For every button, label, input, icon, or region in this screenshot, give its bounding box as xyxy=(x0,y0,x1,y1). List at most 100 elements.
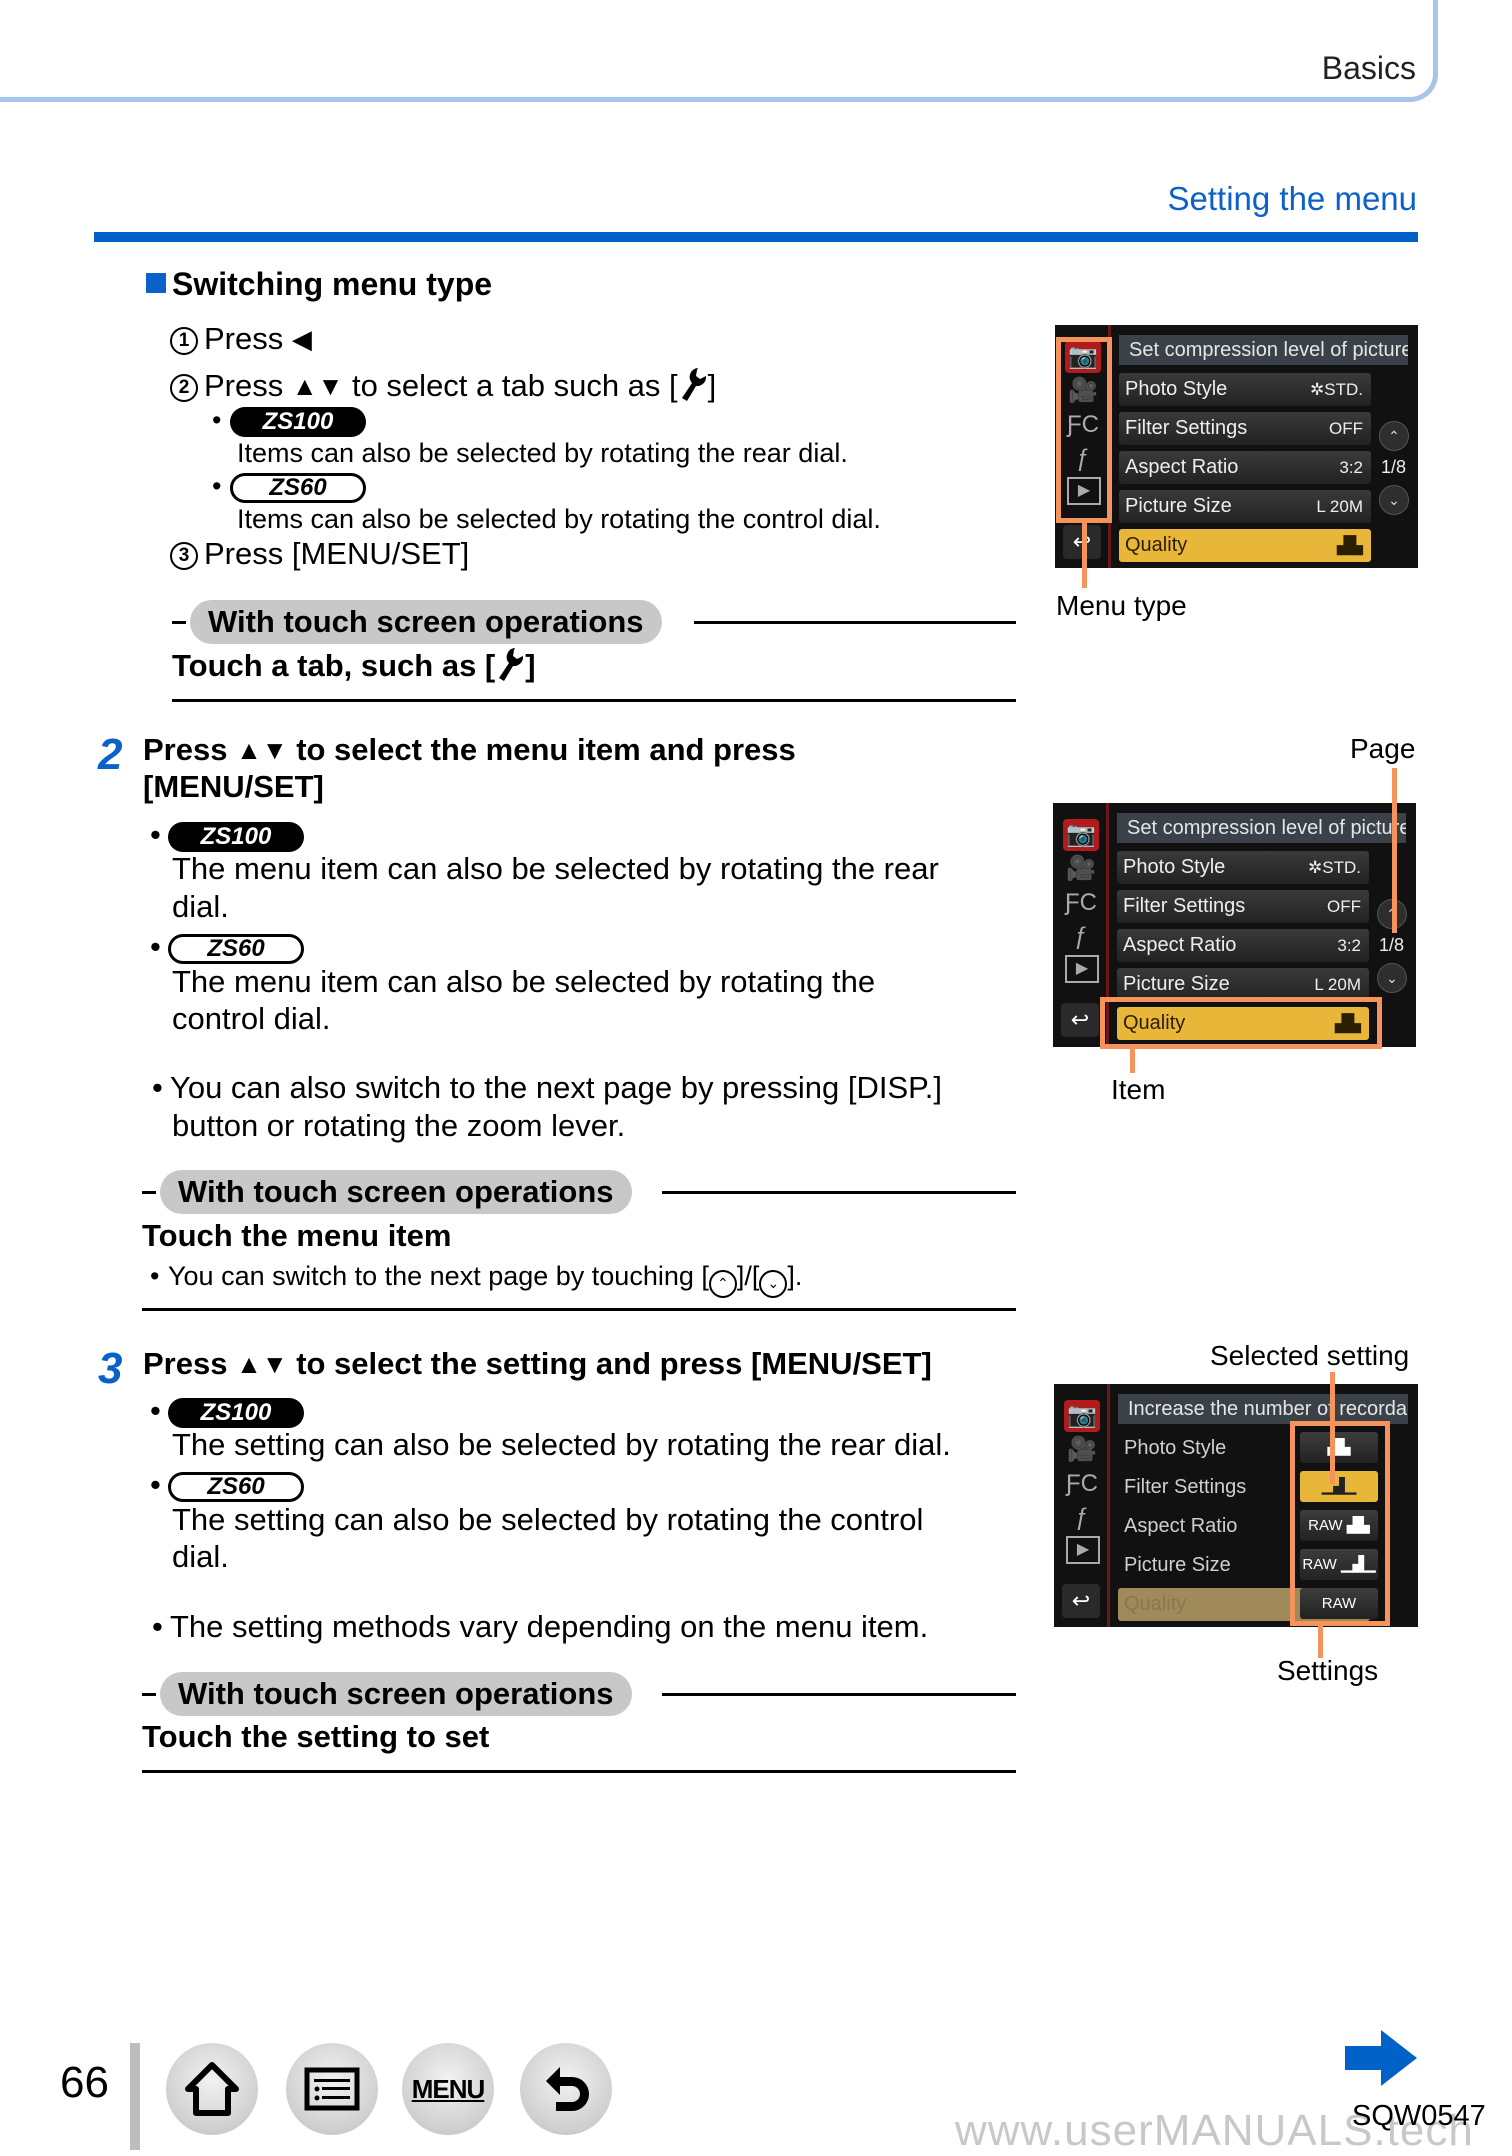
menu-item-label: Photo Style xyxy=(1123,856,1226,878)
menu-description: Set compression level of picture xyxy=(1119,335,1408,365)
contents-list-icon xyxy=(304,2067,360,2111)
menu-item-label: Quality xyxy=(1125,534,1188,556)
up-down-arrows-icon: ▲▼ xyxy=(291,371,344,401)
menu-type-sidebar: 📷🎥ƑCƒ▶ ↩ xyxy=(1054,1384,1110,1627)
model-badge-zs60: ZS60 xyxy=(168,1471,304,1502)
switching-heading: Switching menu type xyxy=(146,266,492,303)
camera-icon[interactable]: 📷 xyxy=(1063,819,1099,851)
step2-zs60-text: The menu item can also be selected by ro… xyxy=(172,964,876,999)
wrench-icon[interactable]: ƒ xyxy=(1063,921,1099,953)
playback-icon[interactable]: ▶ xyxy=(1065,955,1099,983)
menu-item-label: Photo Style xyxy=(1124,1437,1227,1459)
page-number: 66 xyxy=(60,2058,109,2107)
menu-item[interactable]: Photo Style ✲STD. xyxy=(1117,851,1369,884)
menu-item[interactable]: Aspect Ratio 3:2 xyxy=(1117,929,1369,962)
menu-item-label: Filter Settings xyxy=(1125,417,1248,439)
wrench-icon[interactable]: ƒ xyxy=(1064,1502,1100,1534)
divider xyxy=(142,1770,1016,1773)
chapter-title: Basics xyxy=(1321,50,1416,86)
menu-item[interactable]: Quality ▟▙ xyxy=(1119,529,1371,562)
menu-item-label: Filter Settings xyxy=(1124,1476,1247,1498)
step3-title: Press ▲▼ to select the setting and press… xyxy=(143,1346,932,1381)
callout-label-selected-setting: Selected setting xyxy=(1210,1340,1410,1371)
step3-zs60-text: The setting can also be selected by rota… xyxy=(172,1502,924,1537)
page-indicator: 1/8 xyxy=(1381,457,1407,477)
custom-wrench-icon[interactable]: ƑC xyxy=(1064,1468,1100,1500)
note-zs100-text: Items can also be selected by rotating t… xyxy=(237,438,848,468)
menu-item[interactable]: Filter Settings OFF xyxy=(1119,412,1371,445)
footer-divider xyxy=(130,2043,140,2150)
callout-box-settings xyxy=(1290,1421,1390,1626)
step2-note-line2: button or rotating the zoom lever. xyxy=(172,1108,626,1143)
step2-note: • You can also switch to the next page by… xyxy=(152,1070,943,1105)
touch-note: • You can switch to the next page by touc… xyxy=(150,1260,802,1298)
menu-item-value: OFF xyxy=(1327,897,1361,916)
menu-button[interactable]: MENU xyxy=(402,2043,494,2135)
menu-item-label: Aspect Ratio xyxy=(1125,456,1239,478)
menu-item-label: Aspect Ratio xyxy=(1124,1515,1238,1537)
menu-item-value: ✲STD. xyxy=(1308,858,1361,877)
back-button[interactable] xyxy=(520,2043,612,2135)
return-button[interactable]: ↩ xyxy=(1061,1003,1099,1037)
square-bullet-icon xyxy=(146,273,166,293)
menu-item-value: ▟▙ xyxy=(1336,536,1363,555)
menu-item[interactable]: Aspect Ratio 3:2 xyxy=(1119,451,1371,484)
video-camera-icon[interactable]: 🎥 xyxy=(1064,1434,1100,1466)
menu-description: Set compression level of picture xyxy=(1117,813,1406,843)
divider xyxy=(142,1308,1016,1311)
step2-zs100: • ZS100 xyxy=(150,816,304,853)
callout-label-settings: Settings xyxy=(1277,1655,1379,1686)
page-down-button[interactable]: ⌄ xyxy=(1379,485,1409,515)
menu-item[interactable]: Photo Style ✲STD. xyxy=(1119,373,1371,406)
callout-line xyxy=(1318,1626,1323,1658)
step2-title: Press ▲▼ to select the menu item and pre… xyxy=(143,732,796,767)
wrench-icon xyxy=(499,648,524,681)
model-badge-zs100: ZS100 xyxy=(168,1397,304,1428)
switch-step-3: 3 Press [MENU/SET] xyxy=(170,535,469,572)
menu-label: MENU xyxy=(411,2073,486,2104)
menu-item-value: 3:2 xyxy=(1337,936,1361,955)
page-up-button[interactable]: ⌃ xyxy=(1379,421,1409,451)
document-code: SQW0547 xyxy=(1352,2100,1486,2132)
model-badge-zs60: ZS60 xyxy=(168,933,304,964)
up-down-arrows-icon: ▲▼ xyxy=(236,1349,288,1379)
camera-icon[interactable]: 📷 xyxy=(1064,1400,1100,1432)
step2-zs60-text2: control dial. xyxy=(172,1001,331,1036)
model-badge-zs60: ZS60 xyxy=(230,472,366,503)
touch-instruction: Touch a tab, such as [] xyxy=(172,648,536,683)
note-zs60: • ZS60 xyxy=(212,470,366,503)
touch-instruction: Touch the menu item xyxy=(142,1218,452,1253)
step-number: 3 xyxy=(98,1344,123,1393)
page-indicator: 1/8 xyxy=(1379,935,1405,955)
menu-item[interactable]: Filter Settings OFF xyxy=(1117,890,1369,923)
up-down-arrows-icon: ▲▼ xyxy=(236,735,288,765)
return-button[interactable]: ↩ xyxy=(1062,1584,1100,1618)
left-arrow-icon: ◀ xyxy=(291,324,312,354)
next-page-button[interactable] xyxy=(1345,2030,1417,2091)
playback-icon[interactable]: ▶ xyxy=(1066,1536,1100,1564)
note-zs60-text: Items can also be selected by rotating t… xyxy=(237,504,881,534)
callout-label-item: Item xyxy=(1111,1074,1166,1105)
video-camera-icon[interactable]: 🎥 xyxy=(1063,853,1099,885)
home-icon xyxy=(185,2062,239,2116)
step3-note: • The setting methods vary depending on t… xyxy=(152,1609,929,1644)
right-arrow-icon xyxy=(1345,2030,1417,2086)
menu-item-label: Photo Style xyxy=(1125,378,1228,400)
return-icon xyxy=(546,2067,589,2111)
menu-item-label: Aspect Ratio xyxy=(1123,934,1237,956)
page-up-icon: ⌃ xyxy=(708,1270,737,1298)
page-down-icon: ⌄ xyxy=(759,1270,788,1298)
page-down-button[interactable]: ⌄ xyxy=(1377,963,1407,993)
callout-line xyxy=(1082,523,1087,588)
divider xyxy=(172,699,1016,702)
header-rule xyxy=(94,232,1418,242)
home-button[interactable] xyxy=(166,2043,258,2135)
menu-item[interactable]: Picture Size L 20M xyxy=(1119,490,1371,523)
contents-button[interactable] xyxy=(286,2043,378,2135)
step2-zs100-text: The menu item can also be selected by ro… xyxy=(172,851,939,886)
step3-zs60-text2: dial. xyxy=(172,1539,229,1574)
menu-item-value: OFF xyxy=(1329,419,1363,438)
callout-line xyxy=(1130,1049,1135,1073)
custom-wrench-icon[interactable]: ƑC xyxy=(1063,887,1099,919)
callout-label-menu-type: Menu type xyxy=(1056,590,1187,621)
